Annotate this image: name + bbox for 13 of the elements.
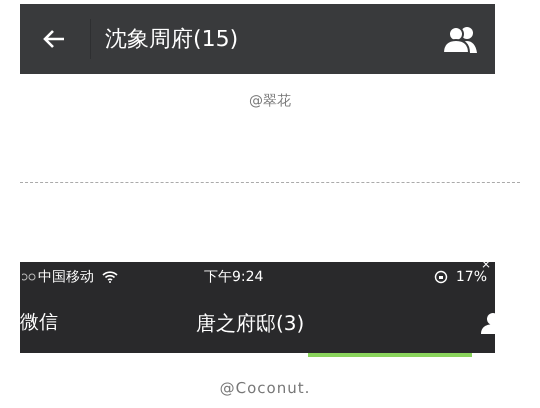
carrier-label: 中国移动 <box>38 268 94 286</box>
person-icon[interactable] <box>481 312 495 334</box>
rotation-lock-icon <box>434 270 448 284</box>
status-time: 下午9:24 <box>204 268 264 286</box>
caption: @Coconut. <box>220 378 310 399</box>
signal-icon <box>22 273 36 281</box>
wifi-icon <box>102 271 118 283</box>
chat-title: 沈象周府(15) <box>105 26 238 54</box>
caption: @翠花 <box>249 92 291 111</box>
back-label[interactable]: 微信 <box>20 308 58 337</box>
chat-title: 唐之府邸(3) <box>196 310 304 336</box>
battery-percent: 17% <box>456 268 487 286</box>
back-arrow-icon[interactable] <box>42 28 66 50</box>
